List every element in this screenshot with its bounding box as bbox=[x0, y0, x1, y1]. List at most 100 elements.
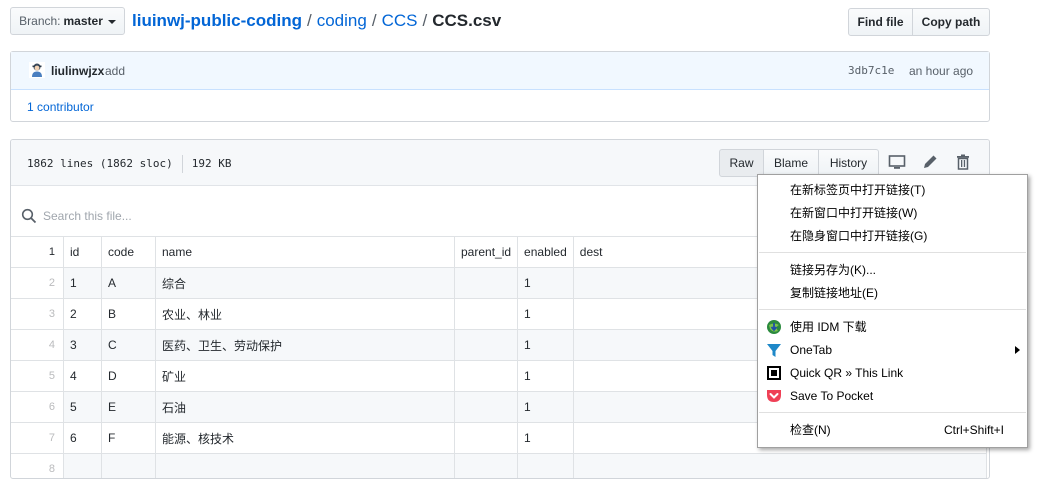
search-icon bbox=[21, 208, 37, 224]
column-header: enabled bbox=[518, 237, 574, 268]
line-number[interactable]: 4 bbox=[11, 330, 64, 361]
raw-button[interactable]: Raw bbox=[719, 149, 764, 177]
column-header: parent_id bbox=[455, 237, 518, 268]
commit-time: an hour ago bbox=[909, 64, 973, 78]
caret-down-icon bbox=[108, 20, 116, 24]
commit-info-box: liulinwjzx add 3db7c1e an hour ago 1 con… bbox=[10, 51, 990, 122]
onetab-funnel-icon bbox=[766, 342, 782, 358]
menu-item-label: 链接另存为(K)... bbox=[790, 259, 876, 281]
menu-item-save-to-pocket[interactable]: Save To Pocket bbox=[759, 385, 1026, 407]
pencil-icon[interactable] bbox=[921, 153, 939, 171]
menu-item-label: Quick QR » This Link bbox=[790, 362, 903, 384]
commit-sha-link[interactable]: 3db7c1e bbox=[848, 64, 894, 77]
table-cell: 石油 bbox=[156, 392, 455, 423]
table-cell bbox=[64, 454, 102, 479]
menu-item-label: 在新窗口中打开链接(W) bbox=[790, 202, 917, 224]
table-cell: 矿业 bbox=[156, 361, 455, 392]
table-cell bbox=[455, 361, 518, 392]
blame-button[interactable]: Blame bbox=[763, 149, 819, 177]
table-cell bbox=[455, 392, 518, 423]
table-cell bbox=[156, 454, 455, 479]
breadcrumb-dir-ccs[interactable]: CCS bbox=[382, 11, 418, 30]
table-cell: F bbox=[102, 423, 156, 454]
menu-item-label: OneTab bbox=[790, 339, 832, 361]
branch-label: Branch: bbox=[19, 14, 60, 28]
qr-code-icon bbox=[766, 365, 782, 381]
table-cell bbox=[455, 330, 518, 361]
idm-globe-icon bbox=[766, 319, 782, 335]
table-cell: 2 bbox=[64, 299, 102, 330]
table-cell: 4 bbox=[64, 361, 102, 392]
breadcrumb-repo-link[interactable]: liuinwj-public-coding bbox=[132, 11, 302, 30]
column-header: code bbox=[102, 237, 156, 268]
commit-message-link[interactable]: add bbox=[105, 64, 125, 78]
table-cell: E bbox=[102, 392, 156, 423]
menu-item-label: 检查(N) bbox=[790, 419, 831, 441]
column-header: id bbox=[64, 237, 102, 268]
table-cell: 农业、林业 bbox=[156, 299, 455, 330]
table-cell: 能源、核技术 bbox=[156, 423, 455, 454]
history-button[interactable]: History bbox=[818, 149, 879, 177]
line-number[interactable]: 7 bbox=[11, 423, 64, 454]
menu-item-label: Save To Pocket bbox=[790, 385, 873, 407]
menu-item-save-link-as[interactable]: 链接另存为(K)... bbox=[759, 259, 1026, 281]
table-cell bbox=[102, 454, 156, 479]
table-cell: 综合 bbox=[156, 268, 455, 299]
table-cell: 1 bbox=[518, 361, 574, 392]
menu-separator bbox=[759, 309, 1026, 310]
commit-author-link[interactable]: liulinwjzx bbox=[51, 64, 104, 78]
pocket-icon bbox=[766, 388, 782, 404]
table-cell: 1 bbox=[518, 392, 574, 423]
line-number[interactable]: 2 bbox=[11, 268, 64, 299]
branch-value: master bbox=[64, 14, 103, 28]
table-cell: 6 bbox=[64, 423, 102, 454]
table-cell: A bbox=[102, 268, 156, 299]
menu-item-onetab[interactable]: OneTab bbox=[759, 339, 1026, 361]
line-number[interactable]: 6 bbox=[11, 392, 64, 423]
table-cell: 5 bbox=[64, 392, 102, 423]
line-number[interactable]: 5 bbox=[11, 361, 64, 392]
breadcrumb-separator: / bbox=[307, 11, 312, 30]
menu-item-open-new-window[interactable]: 在新窗口中打开链接(W) bbox=[759, 202, 1026, 224]
table-cell: D bbox=[102, 361, 156, 392]
line-number[interactable]: 8 bbox=[11, 454, 64, 479]
find-file-button[interactable]: Find file bbox=[848, 8, 913, 36]
file-info-divider bbox=[182, 155, 183, 173]
table-cell bbox=[455, 423, 518, 454]
menu-item-open-new-tab[interactable]: 在新标签页中打开链接(T) bbox=[759, 179, 1026, 201]
menu-item-quick-qr[interactable]: Quick QR » This Link bbox=[759, 362, 1026, 384]
menu-item-idm-download[interactable]: 使用 IDM 下载 bbox=[759, 316, 1026, 338]
table-cell: 医药、卫生、劳动保护 bbox=[156, 330, 455, 361]
contributors-link[interactable]: 1 contributor bbox=[27, 100, 94, 114]
submenu-arrow-icon bbox=[1015, 346, 1020, 354]
file-size: 192 KB bbox=[192, 157, 232, 170]
table-cell: 1 bbox=[518, 423, 574, 454]
table-cell: 1 bbox=[64, 268, 102, 299]
menu-item-copy-link[interactable]: 复制链接地址(E) bbox=[759, 282, 1026, 304]
trash-icon[interactable] bbox=[954, 153, 972, 171]
breadcrumb-separator: / bbox=[372, 11, 377, 30]
line-number[interactable]: 3 bbox=[11, 299, 64, 330]
menu-item-inspect[interactable]: 检查(N) Ctrl+Shift+I bbox=[759, 419, 1026, 441]
table-cell bbox=[455, 268, 518, 299]
column-header: name bbox=[156, 237, 455, 268]
file-search-input[interactable] bbox=[41, 206, 345, 226]
table-cell bbox=[455, 299, 518, 330]
table-cell: C bbox=[102, 330, 156, 361]
avatar-icon[interactable] bbox=[29, 62, 45, 78]
table-cell bbox=[455, 454, 518, 479]
breadcrumb-dir-coding[interactable]: coding bbox=[317, 11, 367, 30]
copy-path-button[interactable]: Copy path bbox=[912, 8, 990, 36]
line-number[interactable]: 1 bbox=[11, 237, 64, 268]
contributors-count: 1 bbox=[27, 100, 34, 114]
branch-select-button[interactable]: Branch: master bbox=[10, 7, 125, 35]
menu-item-open-incognito[interactable]: 在隐身窗口中打开链接(G) bbox=[759, 225, 1026, 247]
file-lines: 1862 lines (1862 sloc) bbox=[27, 157, 173, 170]
menu-separator bbox=[759, 412, 1026, 413]
contributors-label: contributor bbox=[37, 100, 94, 114]
menu-item-label: 复制链接地址(E) bbox=[790, 282, 878, 304]
desktop-icon[interactable] bbox=[888, 153, 906, 171]
table-cell bbox=[518, 454, 574, 479]
context-menu: 在新标签页中打开链接(T) 在新窗口中打开链接(W) 在隐身窗口中打开链接(G)… bbox=[757, 174, 1028, 448]
menu-item-label: 在隐身窗口中打开链接(G) bbox=[790, 225, 927, 247]
